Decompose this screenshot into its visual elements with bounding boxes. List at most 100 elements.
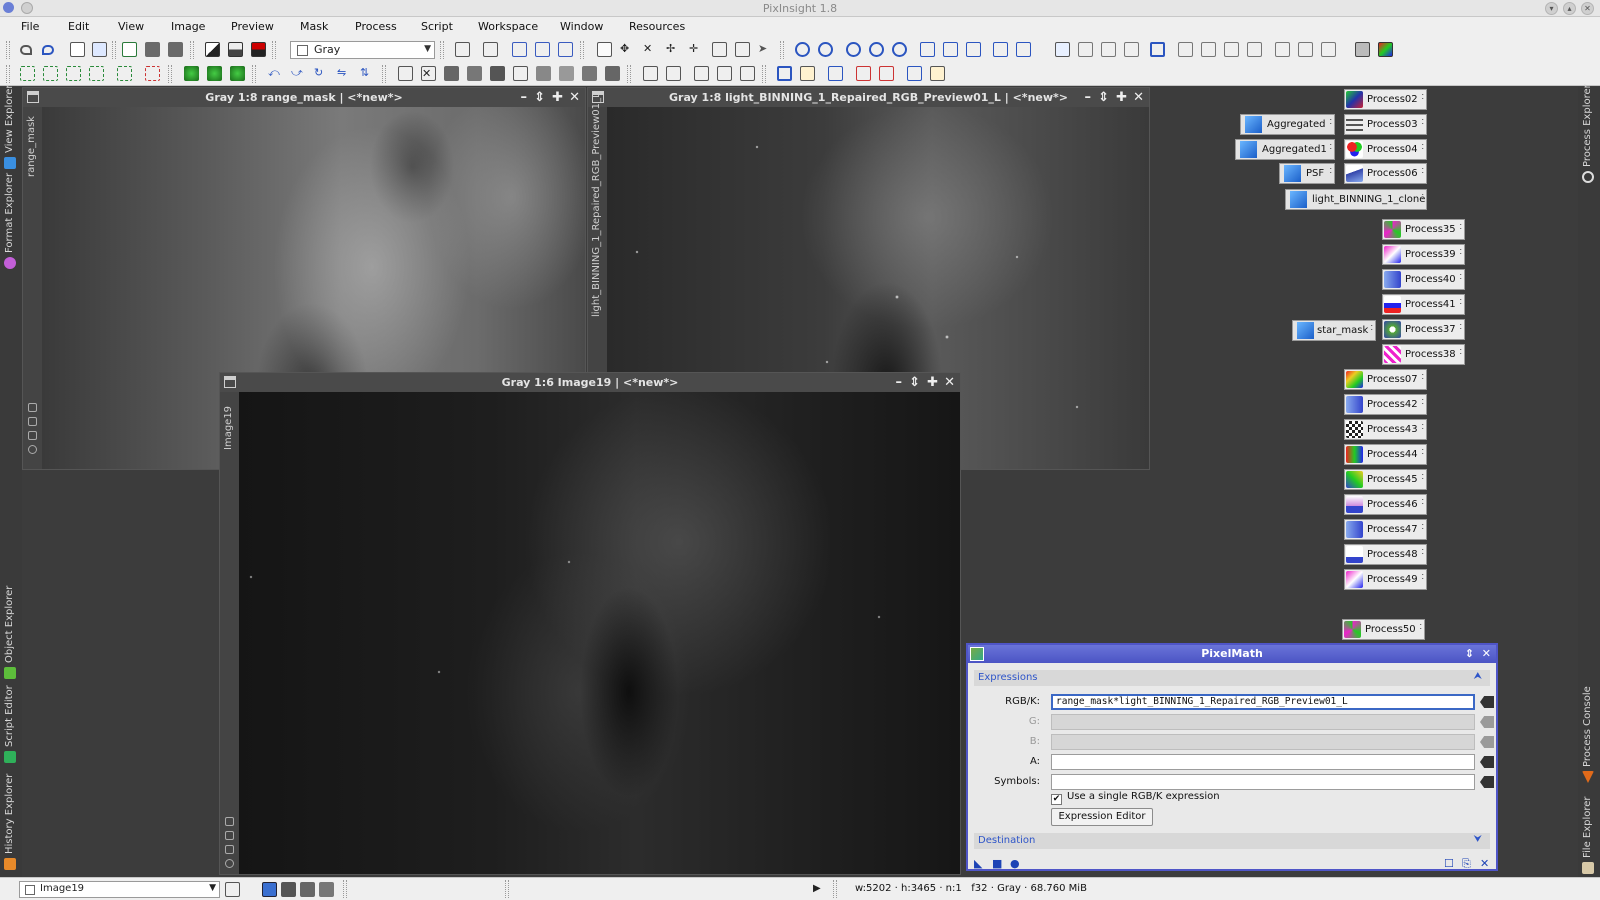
center-mode-icon[interactable]: ✢ <box>666 42 681 57</box>
zoom-fit-icon[interactable] <box>869 42 884 57</box>
stf-link-icon[interactable] <box>1124 42 1139 57</box>
view-list-icon[interactable] <box>20 66 35 81</box>
screen-5-icon[interactable] <box>879 66 894 81</box>
menu-preview[interactable]: Preview <box>231 20 274 33</box>
expressions-section-header[interactable]: Expressions ⮝ <box>974 670 1490 686</box>
minimize-window-button[interactable]: ▾ <box>1545 2 1558 15</box>
zoom-out-icon[interactable] <box>818 42 833 57</box>
image-canvas[interactable] <box>239 392 960 874</box>
screen-2-icon[interactable] <box>800 66 815 81</box>
clear-rgbk-icon[interactable] <box>1480 696 1494 708</box>
minimize-icon[interactable]: – <box>1085 88 1092 107</box>
menu-workspace[interactable]: Workspace <box>478 20 538 33</box>
process-icon-process03[interactable]: Process03 ˸ <box>1344 114 1427 135</box>
image-window-image19[interactable]: Gray 1:6 Image19 | <*new*> – ⇕ ✚ ✕ Image… <box>219 372 961 875</box>
view-tool-icon[interactable] <box>225 831 234 840</box>
undo-icon[interactable] <box>20 45 32 55</box>
view-id-tab[interactable]: Image19 <box>220 392 239 874</box>
browse-documentation-icon[interactable]: ⎘ <box>1462 857 1471 871</box>
view-tool-icon[interactable] <box>28 431 37 440</box>
minimize-icon[interactable]: – <box>521 88 528 107</box>
menu-resources[interactable]: Resources <box>629 20 685 33</box>
tab-view-explorer[interactable]: View Explorer <box>0 84 22 172</box>
view-tool-icon[interactable] <box>225 817 234 826</box>
preview-2-icon[interactable] <box>666 66 681 81</box>
display-alpha-icon[interactable] <box>1321 42 1336 57</box>
geometry-crop-icon[interactable] <box>184 66 199 81</box>
save-image-icon[interactable] <box>168 42 183 57</box>
display-r-icon[interactable] <box>1178 42 1193 57</box>
process-icon-process37[interactable]: Process37 ˸ <box>1382 319 1465 340</box>
rgbk-expression-field[interactable]: range_mask*light_BINNING_1_Repaired_RGB_… <box>1051 694 1475 710</box>
mask-fill-6-icon[interactable] <box>559 66 574 81</box>
duplicate-image-icon[interactable] <box>92 42 107 57</box>
zoom-level-1-icon[interactable] <box>262 882 277 897</box>
process-icon-process41[interactable]: Process41 ˸ <box>1382 294 1465 315</box>
display-g-icon[interactable] <box>1201 42 1216 57</box>
image-window-titlebar[interactable]: Gray 1:8 light_BINNING_1_Repaired_RGB_Pr… <box>588 88 1149 107</box>
clear-a-icon[interactable] <box>1480 756 1494 768</box>
tab-object-explorer[interactable]: Object Explorer <box>0 586 22 682</box>
maximize-icon[interactable]: ✚ <box>1116 88 1127 107</box>
close-icon[interactable]: ✕ <box>569 88 580 107</box>
maximize-icon[interactable]: ✚ <box>552 88 563 107</box>
g-expression-field[interactable] <box>1051 714 1475 730</box>
close-icon[interactable]: ✕ <box>1133 88 1144 107</box>
maximize-window-button[interactable]: ▴ <box>1563 2 1576 15</box>
mask-invert-icon[interactable] <box>251 42 266 57</box>
process-icon-aggregated1[interactable]: Aggregated1 ˸ <box>1235 139 1335 160</box>
apply-icon[interactable]: ■ <box>992 857 1002 870</box>
zoom-mode-icon[interactable]: ✥ <box>620 42 635 57</box>
view-tool-icon[interactable] <box>225 859 234 868</box>
process-icon-process39[interactable]: Process39 ˸ <box>1382 244 1465 265</box>
preview-edit-icon[interactable] <box>535 42 550 57</box>
tab-history-explorer[interactable]: History Explorer <box>0 772 22 872</box>
menu-process[interactable]: Process <box>355 20 397 33</box>
process-icon-process46[interactable]: Process46 ˸ <box>1344 494 1427 515</box>
gray-display-icon[interactable] <box>1355 42 1370 57</box>
clear-b-icon[interactable] <box>1480 736 1494 748</box>
preview-realtime-icon[interactable]: ☐ <box>1444 857 1454 870</box>
pixelmath-dialog[interactable]: PixelMath ⇕ ✕ Expressions ⮝ RGB/K: range… <box>966 643 1498 871</box>
menu-edit[interactable]: Edit <box>68 20 89 33</box>
view-select-icon[interactable] <box>117 66 132 81</box>
tab-process-console[interactable]: Process Console <box>1578 686 1600 787</box>
tab-file-explorer[interactable]: File Explorer <box>1578 792 1600 877</box>
mask-fill-7-icon[interactable] <box>582 66 597 81</box>
process-icon-process42[interactable]: Process42 ˸ <box>1344 394 1427 415</box>
view-tool-icon[interactable] <box>28 403 37 412</box>
process-icon-psf[interactable]: PSF ˸ <box>1279 163 1335 184</box>
pointer-icon[interactable]: ➤ <box>758 42 773 57</box>
redo-icon[interactable] <box>42 45 54 55</box>
mask-fill-1-icon[interactable] <box>444 66 459 81</box>
move-mode-icon[interactable]: ✛ <box>689 42 704 57</box>
current-view-select[interactable]: Image19 ▼ <box>19 881 220 898</box>
tab-format-explorer[interactable]: Format Explorer <box>0 173 22 272</box>
screen-7-icon[interactable] <box>930 66 945 81</box>
display-a-icon[interactable] <box>1275 42 1290 57</box>
mask-toggle-icon[interactable] <box>205 42 220 57</box>
rotate-180-icon[interactable]: ↻ <box>314 66 329 81</box>
process-icon-process07[interactable]: Process07 ˸ <box>1344 369 1427 390</box>
menu-script[interactable]: Script <box>421 20 453 33</box>
window-menu-icon[interactable] <box>27 91 39 103</box>
fit-view-icon[interactable] <box>920 42 935 57</box>
view-grid-icon[interactable] <box>43 66 58 81</box>
clear-symbols-icon[interactable] <box>1480 776 1494 788</box>
view-options-icon[interactable] <box>225 882 240 897</box>
destination-section-header[interactable]: Destination ⮟ <box>974 833 1490 849</box>
menu-image[interactable]: Image <box>171 20 205 33</box>
clone-preview-icon[interactable] <box>483 42 498 57</box>
process-icon-process40[interactable]: Process40 ˸ <box>1382 269 1465 290</box>
open-image-icon[interactable] <box>145 42 160 57</box>
image-window-titlebar[interactable]: Gray 1:8 range_mask | <*new*> – ⇕ ✚ ✕ <box>23 88 585 107</box>
readout-mode-icon[interactable] <box>597 42 612 57</box>
view-compact-icon[interactable] <box>89 66 104 81</box>
tile-windows-icon[interactable] <box>993 42 1008 57</box>
geometry-resize-icon[interactable] <box>207 66 222 81</box>
edit-preview-icon[interactable] <box>712 42 727 57</box>
mask-fill-8-icon[interactable] <box>605 66 620 81</box>
mask-remove-icon[interactable]: ✕ <box>421 66 436 81</box>
stf-reset-icon[interactable] <box>1101 42 1116 57</box>
process-icon-process38[interactable]: Process38 ˸ <box>1382 344 1465 365</box>
